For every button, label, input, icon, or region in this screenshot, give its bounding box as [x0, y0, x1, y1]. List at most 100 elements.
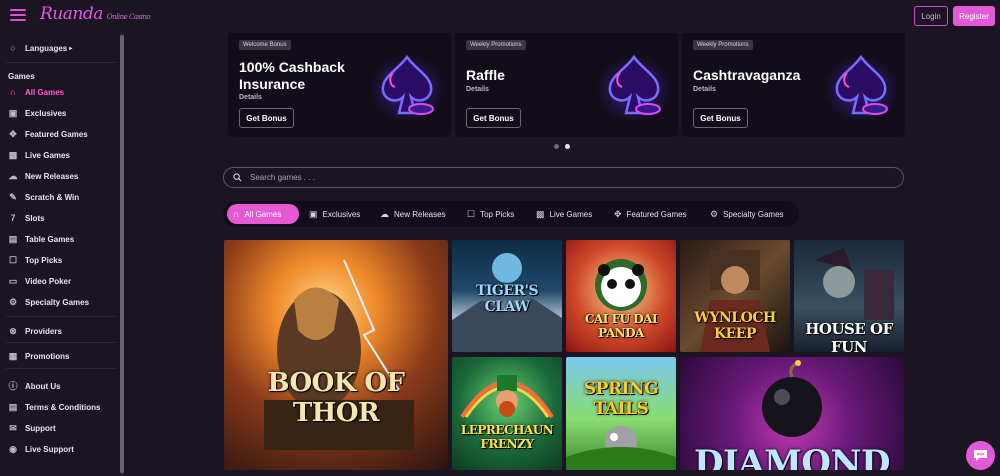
- promo-card-raffle[interactable]: Weekly Promotions Raffle Details Get Bon…: [455, 33, 678, 137]
- sidebar-item-live-games[interactable]: ▩ Live Games: [8, 147, 70, 163]
- promo-details-link[interactable]: Details: [466, 86, 489, 93]
- promo-title: 100% Cashback: [239, 59, 345, 75]
- tab-all-games[interactable]: ∩ All Games: [227, 204, 299, 224]
- sidebar-item-languages[interactable]: ○ Languages ▸: [8, 40, 72, 56]
- carousel-dots: [554, 144, 570, 149]
- sidebar-item-top-picks[interactable]: ☐ Top Picks: [8, 252, 62, 268]
- sidebar-item-providers[interactable]: ⊗ Providers: [8, 323, 62, 339]
- live-icon: ▩: [8, 150, 18, 160]
- tab-label: Specialty Games: [723, 209, 784, 219]
- tab-label: Live Games: [549, 209, 593, 219]
- game-title: BOOK OF THOR: [267, 368, 405, 428]
- sidebar-item-live-support[interactable]: ◉ Live Support: [8, 441, 74, 457]
- neon-spade-icon: [823, 54, 899, 123]
- sidebar-item-label: Specialty Games: [25, 297, 90, 307]
- sidebar-item-label: New Releases: [25, 171, 79, 181]
- puzzle-icon: ✥: [614, 208, 622, 219]
- sidebar-item-all-games[interactable]: ∩ All Games: [8, 84, 64, 100]
- game-tile-cai-fu-dai-panda[interactable]: CAI FU DAI PANDA: [566, 240, 676, 352]
- sidebar-item-video-poker[interactable]: ▭ Video Poker: [8, 273, 71, 289]
- carousel-dot[interactable]: [554, 144, 559, 149]
- promo-card-cashtravaganza[interactable]: Weekly Promotions Cashtravaganza Details…: [682, 33, 905, 137]
- register-button[interactable]: Register: [953, 6, 995, 26]
- sidebar-item-label: All Games: [25, 87, 65, 97]
- horseshoe-icon: ∩: [233, 209, 240, 219]
- sidebar-item-new-releases[interactable]: ☁ New Releases: [8, 168, 79, 184]
- sidebar-item-slots[interactable]: 7 Slots: [8, 210, 44, 226]
- scratch-icon: ✎: [9, 192, 17, 202]
- sidebar-divider: [6, 62, 116, 63]
- promo-tag: Weekly Promotions: [466, 40, 526, 50]
- tab-live-games[interactable]: ▩ Live Games: [530, 204, 598, 224]
- gear-icon: ⚙: [8, 297, 18, 307]
- sidebar-item-support[interactable]: ✉ Support: [8, 420, 55, 436]
- sidebar-heading-games: Games: [8, 72, 35, 81]
- carousel-dot-active[interactable]: [565, 144, 570, 149]
- sidebar-item-label: Scratch & Win: [25, 192, 80, 202]
- search-input[interactable]: [250, 169, 890, 186]
- tab-specialty-games[interactable]: ⚙ Specialty Games: [704, 204, 790, 224]
- providers-icon: ⊗: [9, 326, 17, 336]
- game-tile-house-of-fun[interactable]: HOUSE OF FUN: [794, 240, 904, 352]
- game-tile-spring-tails[interactable]: SPRING TAILS: [566, 357, 676, 470]
- tab-exclusives[interactable]: ▣ Exclusives: [303, 204, 366, 224]
- game-tile-tigers-claw[interactable]: TIGER'S CLAW: [452, 240, 562, 352]
- game-title: DIAMOND: [693, 443, 891, 470]
- sidebar-item-label: Terms & Conditions: [25, 402, 101, 412]
- tab-new-releases[interactable]: ☁ New Releases: [374, 204, 452, 224]
- live-icon: ▩: [536, 208, 545, 219]
- tab-top-picks[interactable]: ☐ Top Picks: [461, 204, 520, 224]
- site-logo[interactable]: Ruanda Online Casino: [40, 4, 151, 24]
- sidebar-item-promotions[interactable]: ▦ Promotions: [8, 348, 70, 364]
- game-tile-diamond[interactable]: DIAMOND: [680, 357, 904, 470]
- hamburger-menu-icon[interactable]: [10, 9, 26, 22]
- sidebar-item-about-us[interactable]: ⓘ About Us: [8, 378, 60, 394]
- sidebar-item-label: Promotions: [25, 351, 70, 361]
- game-title: LEPRECHAUN FRENZY: [460, 423, 554, 451]
- game-title: WYNLOCH KEEP: [694, 310, 776, 342]
- sidebar-item-label: Top Picks: [25, 255, 63, 265]
- neon-spade-icon: [369, 54, 445, 123]
- promo-details-link[interactable]: Details: [239, 94, 262, 101]
- sidebar-scrollbar[interactable]: [120, 33, 124, 476]
- tab-label: All Games: [244, 209, 282, 219]
- promo-title: Cashtravaganza: [693, 67, 801, 83]
- horseshoe-icon: ∩: [9, 87, 17, 97]
- chat-icon: ◉: [9, 444, 17, 454]
- sidebar-item-label: Video Poker: [25, 276, 72, 286]
- puzzle-icon: ✥: [9, 129, 17, 139]
- chat-bubble-icon: [974, 450, 987, 461]
- login-button[interactable]: Login: [914, 6, 948, 26]
- tab-label: Featured Games: [626, 209, 687, 219]
- sidebar-item-exclusives[interactable]: ▣ Exclusives: [8, 105, 67, 121]
- top-bar: Ruanda Online Casino Login Register: [0, 0, 1000, 33]
- neon-spade-icon: [596, 54, 672, 123]
- promo-card-cashback[interactable]: Welcome Bonus 100% Cashback Insurance De…: [228, 33, 451, 137]
- new-icon: ☁: [8, 171, 18, 181]
- sidebar-item-label: Exclusives: [25, 108, 67, 118]
- tab-label: Exclusives: [322, 209, 361, 219]
- search-bar: [223, 167, 904, 188]
- get-bonus-button[interactable]: Get Bonus: [239, 108, 294, 128]
- sidebar-item-specialty-games[interactable]: ⚙ Specialty Games: [8, 294, 89, 310]
- game-tile-book-of-thor[interactable]: BOOK OF THOR: [224, 240, 448, 470]
- sidebar-divider: [6, 316, 116, 317]
- sidebar-item-scratch-win[interactable]: ✎ Scratch & Win: [8, 189, 79, 205]
- trophy-icon: ☐: [467, 208, 476, 219]
- game-title: SPRING TAILS: [583, 379, 659, 419]
- sidebar-item-terms-conditions[interactable]: ▤ Terms & Conditions: [8, 399, 101, 415]
- sidebar-item-table-games[interactable]: ▤ Table Games: [8, 231, 74, 247]
- get-bonus-button[interactable]: Get Bonus: [466, 108, 521, 128]
- game-tile-leprechaun-frenzy[interactable]: LEPRECHAUN FRENZY: [452, 357, 562, 470]
- promo-details-link[interactable]: Details: [693, 86, 716, 93]
- promo-title: Raffle: [466, 67, 505, 83]
- info-icon: ⓘ: [8, 381, 18, 391]
- new-icon: ☁: [380, 208, 389, 219]
- get-bonus-button[interactable]: Get Bonus: [693, 108, 748, 128]
- sidebar-item-featured-games[interactable]: ✥ Featured Games: [8, 126, 87, 142]
- gift-icon: ▦: [8, 351, 18, 361]
- logo-text: Ruanda: [40, 4, 103, 24]
- live-chat-button[interactable]: [966, 441, 995, 470]
- tab-featured-games[interactable]: ✥ Featured Games: [608, 204, 693, 224]
- game-tile-wynloch-keep[interactable]: WYNLOCH KEEP: [680, 240, 790, 352]
